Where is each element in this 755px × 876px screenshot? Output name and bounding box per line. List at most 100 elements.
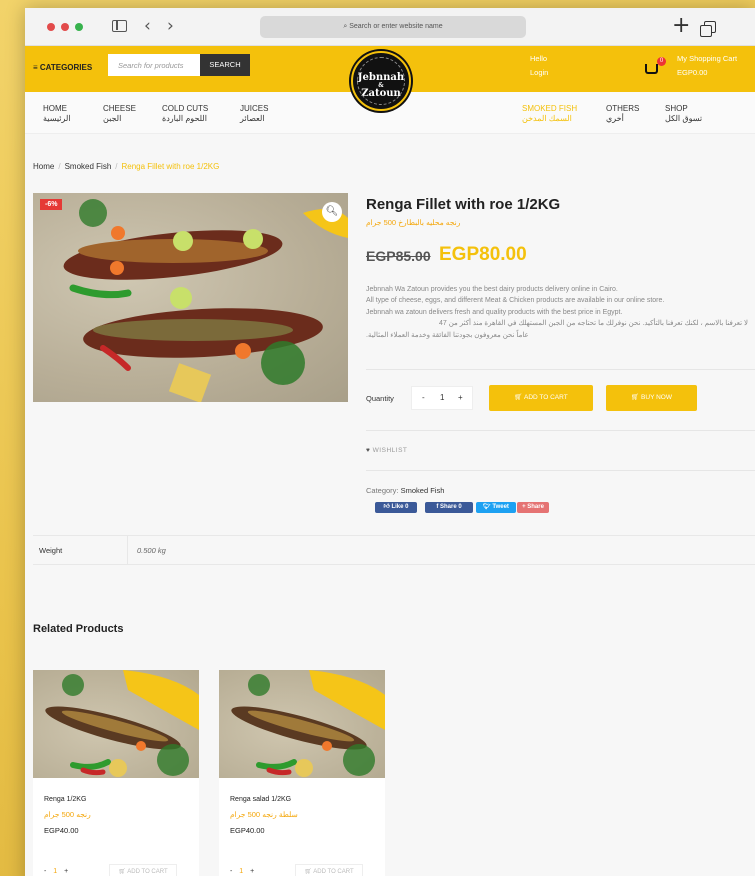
- address-bar[interactable]: ⌕ Search or enter website name: [260, 16, 526, 38]
- product-description: Jebnnah Wa Zatoun provides you the best …: [366, 284, 748, 341]
- divider: [366, 470, 755, 471]
- greeting-text: Hello: [530, 54, 548, 63]
- related-quantity-stepper[interactable]: - 1 +: [230, 868, 254, 875]
- tweet-button[interactable]: 🐦︎ Tweet: [476, 502, 516, 513]
- tab-overview-icon[interactable]: [700, 21, 716, 37]
- sale-price: EGP80.00: [439, 244, 527, 265]
- related-add-to-cart-button[interactable]: 🛒︎ ADD TO CART: [295, 864, 363, 876]
- nav-item-home[interactable]: HOME الرئيسية: [43, 104, 71, 124]
- description-line: All type of cheese, eggs, and different …: [366, 297, 665, 305]
- quantity-stepper[interactable]: - 1 +: [411, 386, 473, 410]
- increment-button[interactable]: +: [458, 393, 463, 402]
- zoom-icon[interactable]: 🔍︎: [322, 202, 342, 222]
- nav-item-smoked-fish[interactable]: SMOKED FISH السمك المدخن: [522, 104, 577, 124]
- product-category: Category: Smoked Fish: [366, 486, 444, 495]
- browser-window: ‹ › ⌕ Search or enter website name + ≡ C…: [25, 8, 755, 876]
- breadcrumb: Home / Smoked Fish / Renga Fillet with roe 1…: [33, 162, 219, 171]
- breadcrumb-home[interactable]: Home: [33, 162, 54, 171]
- search-input[interactable]: Search for products: [108, 54, 200, 76]
- nav-item-label: HOME: [43, 104, 67, 113]
- breadcrumb-separator: /: [115, 162, 118, 171]
- forward-arrow-icon[interactable]: ›: [167, 16, 174, 36]
- categories-button[interactable]: ≡ CATEGORIES: [33, 63, 92, 72]
- like-label: Like 0: [391, 504, 409, 510]
- category-label: Category:: [366, 486, 399, 495]
- description-line-arabic: لا تعرفنا بالاسم ، لكنك تعرفنا بالتأكيد.…: [438, 320, 748, 328]
- related-quantity-stepper[interactable]: - 1 +: [44, 868, 68, 875]
- related-product-card[interactable]: Renga 1/2KG رنجه 500 جرام EGP40.00 - 1 +…: [33, 670, 199, 876]
- cart-title[interactable]: My Shopping Cart: [677, 54, 737, 63]
- product-title: Renga Fillet with roe 1/2KG: [366, 196, 561, 213]
- nav-item-cold-cuts[interactable]: COLD CUTS اللحوم الباردة: [162, 104, 208, 124]
- breadcrumb-current: Renga Fillet with roe 1/2KG: [121, 162, 220, 171]
- buy-now-button[interactable]: 🛒︎ BUY NOW: [606, 385, 697, 411]
- breadcrumb-separator: /: [58, 162, 61, 171]
- description-line-arabic: عاماً نحن معروفون بجودتنا الفائقة وخدمة …: [366, 331, 529, 339]
- wishlist-label: WISHLIST: [372, 447, 408, 454]
- related-product-name[interactable]: Renga salad 1/2KG: [230, 796, 291, 803]
- product-image[interactable]: -6% 🔍︎: [33, 193, 348, 402]
- related-product-name-arabic: سلطة رنجه 500 جرام: [230, 810, 298, 819]
- quantity-value[interactable]: 1: [440, 393, 444, 402]
- facebook-share-button[interactable]: f Share 0: [425, 502, 473, 513]
- product-photo-illustration: [63, 199, 348, 402]
- related-product-photo: [45, 670, 199, 777]
- cart-amount: EGP0.00: [677, 68, 708, 77]
- nav-item-label-arabic: تسوق الكل: [665, 114, 703, 123]
- nav-item-label: JUICES: [240, 104, 269, 113]
- related-product-name[interactable]: Renga 1/2KG: [44, 796, 86, 803]
- login-link[interactable]: Login: [530, 68, 548, 77]
- sidebar-toggle-icon[interactable]: [112, 20, 127, 32]
- cart-icon: 🛒︎: [304, 869, 314, 875]
- attributes-table: Weight 0.500 kg: [33, 535, 755, 565]
- minimize-window-icon[interactable]: [61, 23, 69, 31]
- description-line: Jebnnah wa zatoun delivers fresh and qua…: [366, 308, 623, 316]
- close-window-icon[interactable]: [47, 23, 55, 31]
- wishlist-link[interactable]: ♥ WISHLIST: [366, 447, 407, 454]
- cart-icon[interactable]: [645, 64, 658, 74]
- cart-icon: 🛒︎: [118, 869, 128, 875]
- decrement-button[interactable]: -: [44, 868, 48, 875]
- related-product-name-arabic: رنجه 500 جرام: [44, 810, 91, 819]
- new-tab-plus-icon[interactable]: +: [672, 13, 690, 38]
- decrement-button[interactable]: -: [422, 393, 425, 402]
- logo-ring: [357, 57, 405, 105]
- increment-button[interactable]: +: [250, 868, 254, 875]
- search-button[interactable]: SEARCH: [200, 54, 250, 76]
- related-products-heading: Related Products: [33, 623, 124, 635]
- tweet-label: Tweet: [492, 504, 509, 510]
- nav-item-label-arabic: الرئيسية: [43, 114, 71, 123]
- increment-button[interactable]: +: [64, 868, 68, 875]
- add-to-cart-button[interactable]: 🛒︎ ADD TO CART: [489, 385, 593, 411]
- site-logo[interactable]: Jebnnah & Zatoun: [351, 51, 411, 111]
- share-label: Share 0: [439, 504, 462, 510]
- nav-item-label: SHOP: [665, 104, 688, 113]
- related-product-card[interactable]: Renga salad 1/2KG سلطة رنجه 500 جرام EGP…: [219, 670, 385, 876]
- breadcrumb-category[interactable]: Smoked Fish: [65, 162, 112, 171]
- nav-item-label-arabic: الجبن: [103, 114, 122, 123]
- share-label: Share: [527, 504, 544, 510]
- related-add-to-cart-button[interactable]: 🛒︎ ADD TO CART: [109, 864, 177, 876]
- nav-item-cheese[interactable]: CHEESE الجبن: [103, 104, 136, 124]
- decrement-button[interactable]: -: [230, 868, 234, 875]
- related-product-price: EGP40.00: [230, 826, 265, 835]
- share-button[interactable]: + Share: [517, 502, 549, 513]
- address-bar-placeholder: Search or enter website name: [349, 23, 443, 30]
- facebook-like-button[interactable]: 👍︎ Like 0: [375, 502, 417, 513]
- divider: [366, 430, 755, 431]
- related-product-image[interactable]: [219, 670, 385, 778]
- nav-item-others[interactable]: OTHERS أخري: [606, 104, 639, 124]
- quantity-value[interactable]: 1: [239, 868, 243, 875]
- related-product-image[interactable]: [33, 670, 199, 778]
- nav-item-label: SMOKED FISH: [522, 104, 578, 113]
- maximize-window-icon[interactable]: [75, 23, 83, 31]
- back-arrow-icon[interactable]: ‹: [144, 16, 151, 36]
- nav-item-label: COLD CUTS: [162, 104, 209, 113]
- nav-item-juices[interactable]: JUICES العصائر: [240, 104, 268, 124]
- quantity-value[interactable]: 1: [53, 868, 57, 875]
- description-line: Jebnnah Wa Zatoun provides you the best …: [366, 286, 618, 293]
- nav-item-label-arabic: أخري: [606, 114, 624, 123]
- category-link[interactable]: Smoked Fish: [401, 486, 445, 495]
- nav-item-shop[interactable]: SHOP تسوق الكل: [665, 104, 702, 124]
- plus-icon: +: [522, 504, 526, 510]
